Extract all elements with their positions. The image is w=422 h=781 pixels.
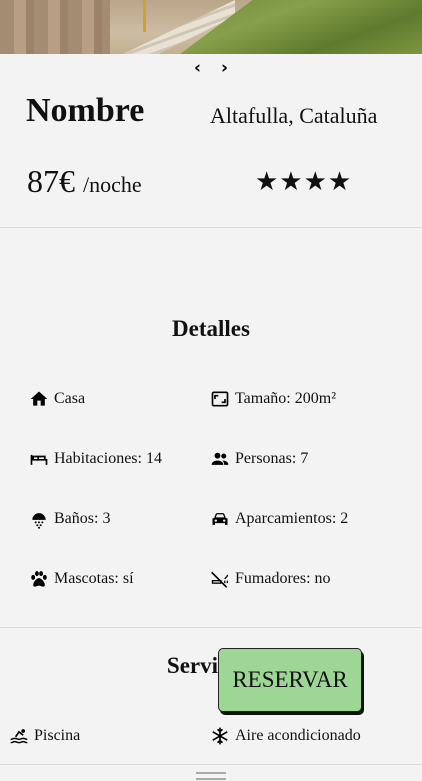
drag-handle[interactable]: [196, 772, 226, 780]
listing-price: 87€ /noche: [27, 163, 142, 200]
detail-parking-label: Aparcamientos: 2: [235, 510, 349, 527]
people-icon: [210, 449, 232, 469]
detail-parking: Aparcamientos: 2: [210, 509, 348, 529]
divider: [0, 764, 422, 765]
service-pool-label: Piscina: [34, 727, 81, 744]
detail-rooms-label: Habitaciones: 14: [54, 450, 162, 467]
detail-size-label: Tamaño: 200m²: [235, 390, 336, 407]
photo-wall: [0, 0, 110, 54]
pool-icon: [9, 726, 31, 746]
photo-carousel-controls: ‹ ›: [0, 58, 422, 78]
price-amount: 87€: [27, 163, 75, 199]
rating-stars: ★★★★: [255, 167, 353, 197]
detail-type: Casa: [29, 389, 85, 409]
detail-people: Personas: 7: [210, 449, 308, 469]
reserve-button[interactable]: RESERVAR: [218, 648, 362, 712]
paw-icon: [29, 569, 51, 589]
detail-smokers: Fumadores: no: [210, 569, 331, 589]
divider: [0, 227, 422, 228]
service-ac: Aire acondicionado: [210, 726, 361, 746]
detail-rooms: Habitaciones: 14: [29, 449, 162, 469]
listing-photo: [0, 0, 422, 54]
service-ac-label: Aire acondicionado: [235, 727, 361, 744]
home-icon: [29, 389, 51, 409]
detail-pets: Mascotas: sí: [29, 569, 134, 589]
listing-name: Nombre: [26, 92, 145, 129]
photo-pole: [143, 0, 146, 32]
detail-smokers-label: Fumadores: no: [235, 570, 331, 587]
snowflake-icon: [210, 726, 232, 746]
no-smoking-icon: [210, 569, 232, 589]
detail-type-label: Casa: [54, 390, 86, 407]
service-pool: Piscina: [9, 726, 80, 746]
details-title: Detalles: [172, 316, 250, 341]
photo-grass: [180, 0, 422, 54]
detail-size: Tamaño: 200m²: [210, 389, 336, 409]
bed-icon: [29, 449, 51, 469]
detail-people-label: Personas: 7: [235, 450, 309, 467]
detail-baths: Baños: 3: [29, 509, 110, 529]
shower-icon: [29, 509, 51, 529]
detail-pets-label: Mascotas: sí: [54, 570, 134, 587]
carousel-next-button[interactable]: ›: [214, 58, 236, 78]
price-unit: /noche: [83, 172, 142, 197]
divider: [0, 627, 422, 628]
listing-location: Altafulla, Cataluña: [210, 103, 378, 128]
carousel-prev-button[interactable]: ‹: [186, 58, 208, 78]
car-icon: [210, 509, 232, 529]
detail-baths-label: Baños: 3: [54, 510, 111, 527]
aspect-ratio-icon: [210, 389, 232, 409]
